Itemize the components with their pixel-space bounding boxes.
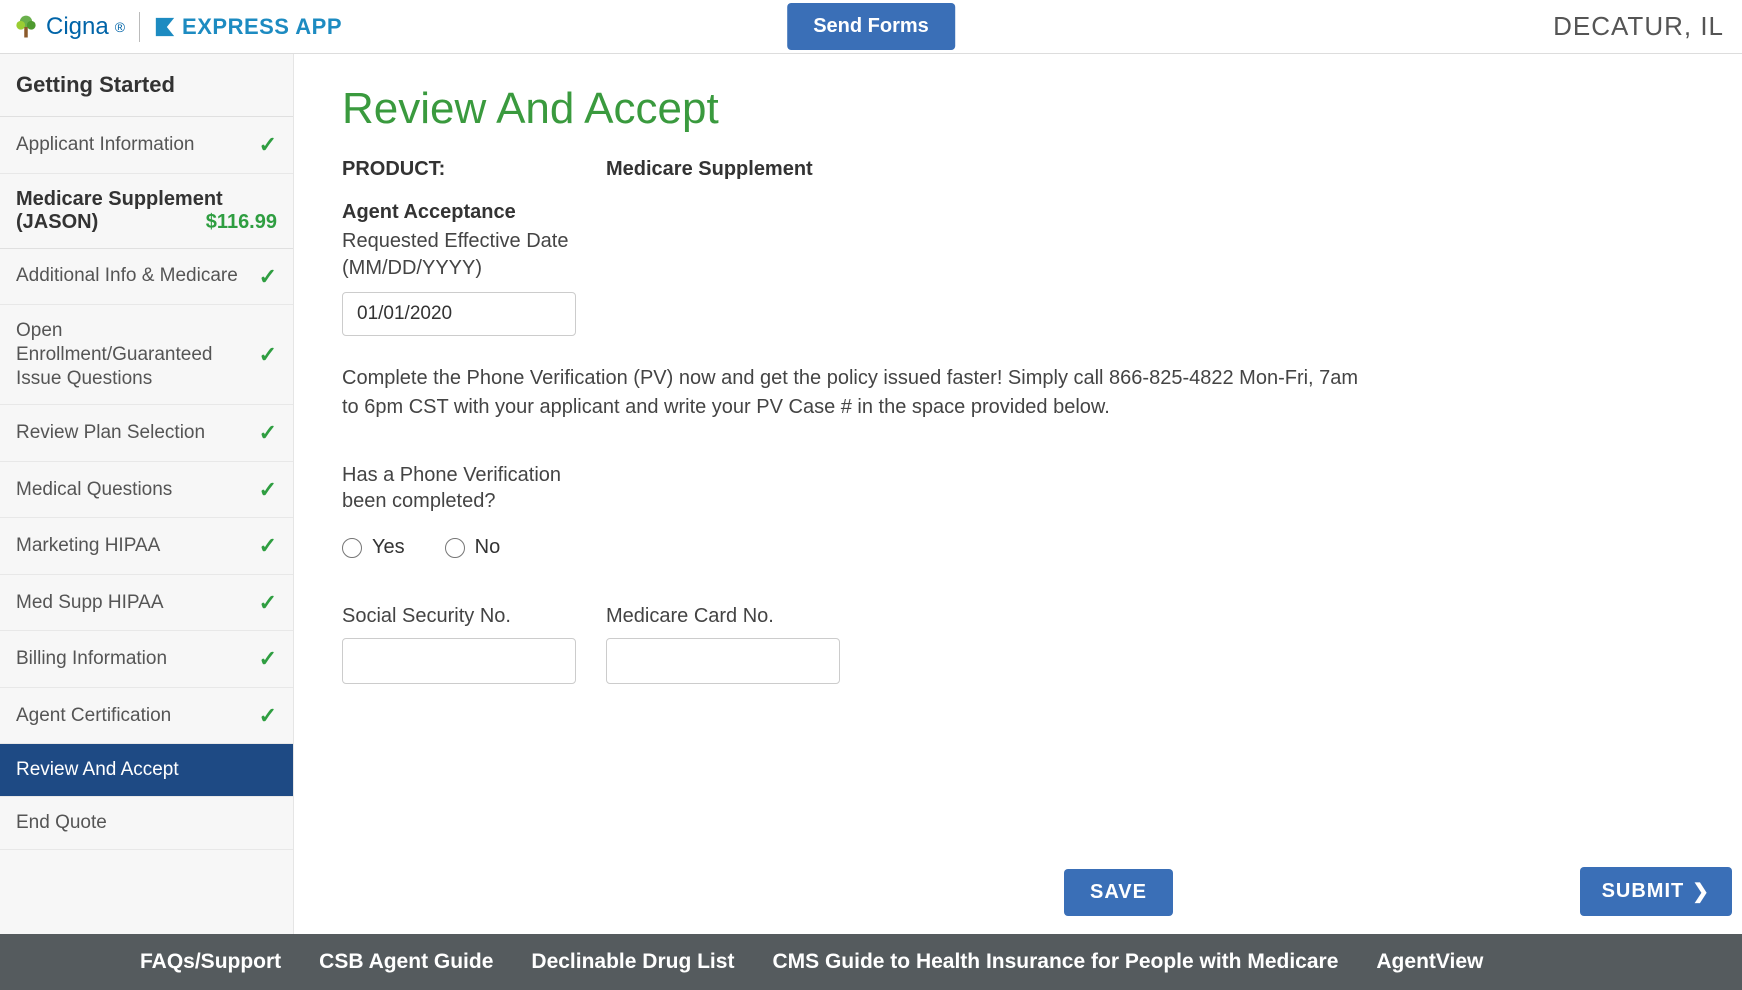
sidebar-item-label: Applicant Information (16, 133, 251, 157)
save-button[interactable]: SAVE (1064, 869, 1173, 916)
express-app-text: EXPRESS APP (182, 14, 342, 40)
checkmark-icon: ✓ (259, 702, 277, 730)
product-value: Medicare Supplement (606, 158, 813, 181)
ssn-label: Social Security No. (342, 605, 576, 628)
sidebar-item-open-enrollment[interactable]: Open Enrollment/Guaranteed Issue Questio… (0, 305, 293, 405)
checkmark-icon: ✓ (259, 476, 277, 504)
sidebar-item-label: Agent Certification (16, 704, 251, 728)
product-label: PRODUCT: (342, 158, 606, 181)
ssn-input[interactable] (342, 638, 576, 684)
sidebar-item-med-supp-hipaa[interactable]: Med Supp HIPAA ✓ (0, 575, 293, 632)
footer-link-cms-guide[interactable]: CMS Guide to Health Insurance for People… (772, 950, 1338, 974)
sidebar-item-billing-information[interactable]: Billing Information ✓ (0, 631, 293, 688)
sidebar-item-label: Open Enrollment/Guaranteed Issue Questio… (16, 319, 251, 390)
chevron-right-icon: ❯ (1692, 879, 1710, 904)
sidebar-item-label: Additional Info & Medicare (16, 264, 251, 288)
sidebar-item-label: Review Plan Selection (16, 421, 251, 445)
footer-nav: FAQs/Support CSB Agent Guide Declinable … (0, 934, 1742, 990)
ssn-field: Social Security No. (342, 605, 576, 684)
sidebar-item-label: Billing Information (16, 647, 251, 671)
checkmark-icon: ✓ (259, 341, 277, 369)
pv-radio-yes[interactable] (342, 538, 362, 558)
cigna-tree-icon (12, 13, 40, 41)
sidebar-item-marketing-hipaa[interactable]: Marketing HIPAA ✓ (0, 518, 293, 575)
sidebar-item-review-and-accept[interactable]: Review And Accept (0, 744, 293, 797)
page-title: Review And Accept (342, 84, 1694, 134)
sidebar-product-summary: Medicare Supplement (JASON) $116.99 (0, 174, 293, 249)
body-layout: Getting Started Applicant Information ✓ … (0, 54, 1742, 934)
checkmark-icon: ✓ (259, 532, 277, 560)
agent-acceptance-heading: Agent Acceptance (342, 201, 1694, 224)
footer-link-faqs[interactable]: FAQs/Support (140, 950, 281, 974)
sidebar-product-price: $116.99 (206, 211, 277, 234)
sidebar-nav: Getting Started Applicant Information ✓ … (0, 54, 294, 934)
sidebar-item-applicant-information[interactable]: Applicant Information ✓ (0, 117, 293, 174)
sidebar-item-review-plan[interactable]: Review Plan Selection ✓ (0, 405, 293, 462)
express-app-logo: EXPRESS APP (154, 14, 342, 40)
footer-link-agentview[interactable]: AgentView (1376, 950, 1483, 974)
sidebar-item-additional-info[interactable]: Additional Info & Medicare ✓ (0, 249, 293, 306)
pv-radio-no-label[interactable]: No (445, 536, 501, 559)
sidebar-item-label: Marketing HIPAA (16, 534, 251, 558)
sidebar-heading: Getting Started (0, 54, 293, 117)
footer-link-csb-guide[interactable]: CSB Agent Guide (319, 950, 493, 974)
header-divider (139, 12, 140, 42)
cigna-logo-text: Cigna (46, 13, 109, 41)
express-flag-icon (154, 16, 176, 38)
main-content: Review And Accept PRODUCT: Medicare Supp… (294, 54, 1742, 934)
checkmark-icon: ✓ (259, 645, 277, 673)
sidebar-product-line2: (JASON) (16, 211, 98, 234)
requested-effective-date-input[interactable] (342, 292, 576, 336)
product-row: PRODUCT: Medicare Supplement (342, 158, 1694, 181)
checkmark-icon: ✓ (259, 589, 277, 617)
phone-verification-paragraph: Complete the Phone Verification (PV) now… (342, 364, 1362, 422)
sidebar-item-label: Review And Accept (16, 758, 277, 782)
checkmark-icon: ✓ (259, 131, 277, 159)
pv-radio-yes-text: Yes (372, 536, 405, 559)
sidebar-item-label: End Quote (16, 811, 277, 835)
pv-radio-no-text: No (475, 536, 501, 559)
location-display: DECATUR, IL (1553, 11, 1724, 42)
phone-verification-question: Has a Phone Verification been completed? (342, 462, 606, 514)
checkmark-icon: ✓ (259, 419, 277, 447)
sidebar-item-end-quote[interactable]: End Quote (0, 797, 293, 850)
send-forms-button[interactable]: Send Forms (787, 3, 955, 50)
sidebar-item-label: Med Supp HIPAA (16, 591, 251, 615)
submit-button-text: SUBMIT (1602, 880, 1685, 903)
medicare-card-field: Medicare Card No. (606, 605, 840, 684)
medicare-card-input[interactable] (606, 638, 840, 684)
submit-button[interactable]: SUBMIT ❯ (1580, 867, 1732, 916)
sidebar-item-medical-questions[interactable]: Medical Questions ✓ (0, 462, 293, 519)
footer-link-declinable-drugs[interactable]: Declinable Drug List (531, 950, 734, 974)
phone-verification-radio-group: Yes No (342, 536, 1694, 559)
pv-radio-yes-label[interactable]: Yes (342, 536, 405, 559)
cigna-logo: Cigna® (12, 13, 125, 41)
pv-radio-no[interactable] (445, 538, 465, 558)
id-fields-row: Social Security No. Medicare Card No. (342, 605, 1694, 684)
sidebar-product-line1: Medicare Supplement (16, 188, 277, 211)
sidebar-item-label: Medical Questions (16, 478, 251, 502)
medicare-card-label: Medicare Card No. (606, 605, 840, 628)
checkmark-icon: ✓ (259, 263, 277, 291)
requested-effective-date-label: Requested Effective Date (MM/DD/YYYY) (342, 228, 606, 282)
app-header: Cigna® EXPRESS APP Send Forms DECATUR, I… (0, 0, 1742, 54)
sidebar-item-agent-certification[interactable]: Agent Certification ✓ (0, 688, 293, 745)
